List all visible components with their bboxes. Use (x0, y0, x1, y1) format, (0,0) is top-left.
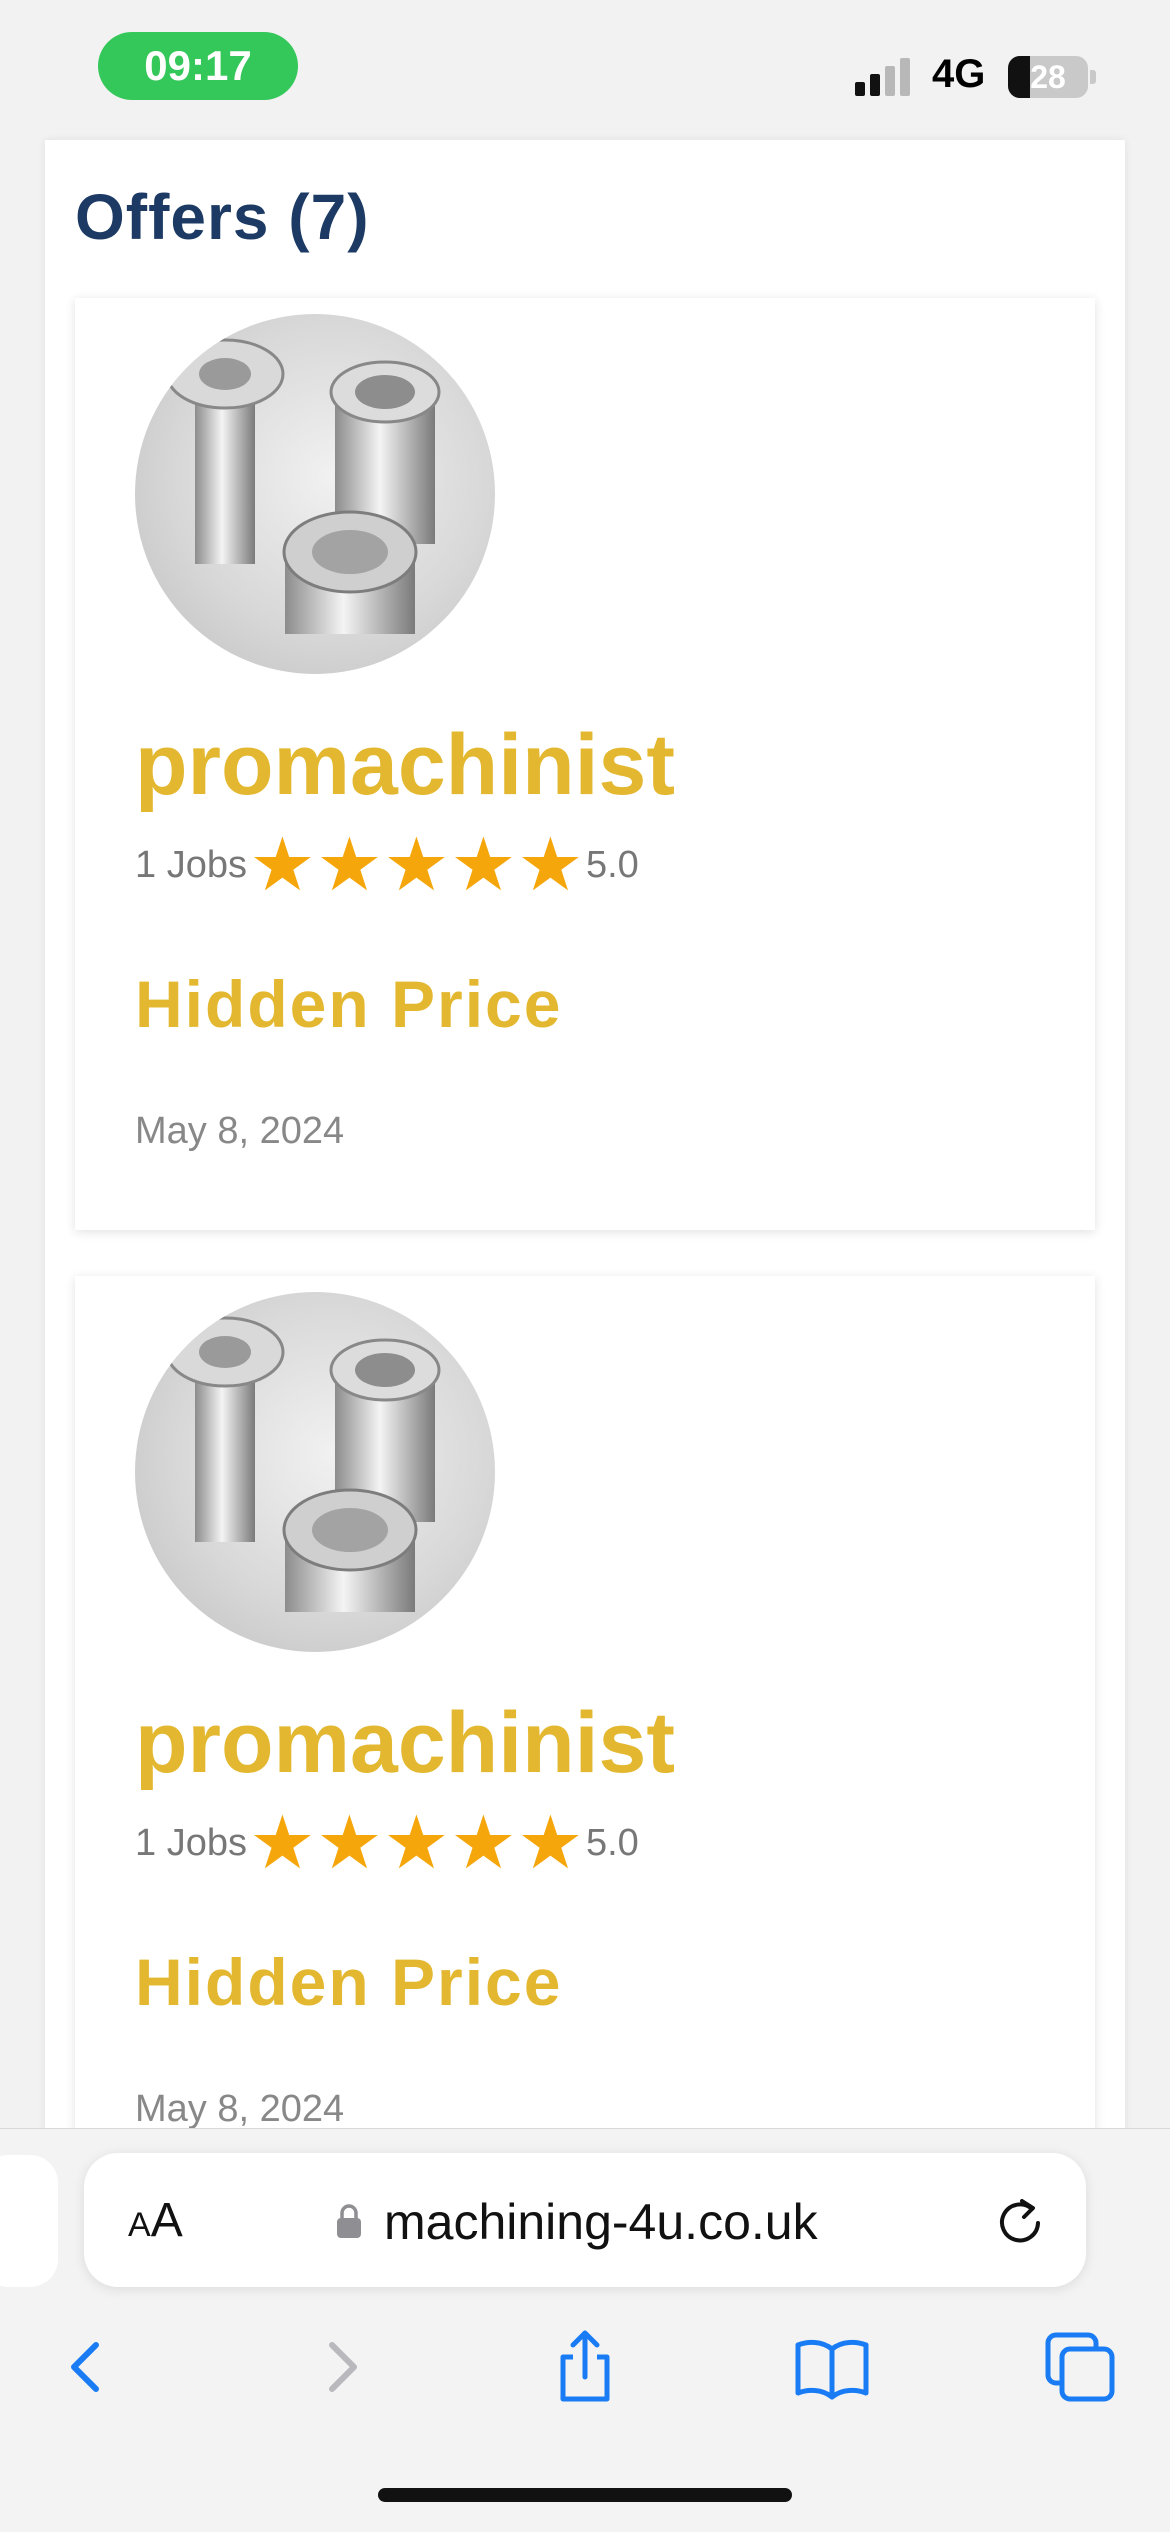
cellular-signal-icon (855, 58, 915, 96)
forward-icon[interactable] (300, 2327, 380, 2407)
seller-avatar[interactable] (135, 1292, 495, 1652)
offer-price: Hidden Price (135, 967, 563, 1041)
offer-card[interactable]: promachinist 1 Jobs ★ ★ ★ ★ ★ 5.0 Hidden… (75, 1276, 1095, 2208)
star-icon: ★ (383, 823, 450, 906)
seller-rating: 1 Jobs ★ ★ ★ ★ ★ 5.0 (135, 1806, 639, 1880)
jobs-count: 1 Jobs (135, 1821, 247, 1864)
rating-value: 5.0 (585, 843, 639, 886)
rating-stars: ★ ★ ★ ★ ★ (249, 1806, 584, 1880)
offer-date: May 8, 2024 (135, 1110, 345, 1152)
offer-card[interactable]: promachinist 1 Jobs ★ ★ ★ ★ ★ 5.0 Hidden… (75, 298, 1095, 1230)
offers-section: Offers (7) promachinist 1 Jobs ★ ★ ★ ★ ★… (45, 140, 1125, 2208)
share-icon[interactable] (545, 2327, 625, 2407)
star-icon: ★ (249, 1801, 316, 1884)
seller-name[interactable]: promachinist (135, 716, 675, 815)
machined-parts-image (165, 338, 441, 634)
star-icon: ★ (383, 1801, 450, 1884)
offer-price: Hidden Price (135, 1945, 563, 2019)
text-size-small-label: A (128, 2206, 151, 2244)
star-icon: ★ (517, 823, 584, 906)
network-type: 4G (932, 52, 986, 96)
tabs-icon[interactable] (1040, 2327, 1120, 2407)
back-icon[interactable] (48, 2327, 128, 2407)
seller-avatar[interactable] (135, 314, 495, 674)
rating-value: 5.0 (585, 1821, 639, 1864)
previous-tab-peek[interactable] (0, 2155, 58, 2287)
seller-rating: 1 Jobs ★ ★ ★ ★ ★ 5.0 (135, 828, 639, 902)
reload-icon[interactable] (992, 2193, 1048, 2249)
star-icon: ★ (450, 1801, 517, 1884)
battery-cap (1090, 70, 1096, 84)
url-text[interactable]: machining-4u.co.uk (384, 2193, 818, 2251)
offer-date: May 8, 2024 (135, 2088, 345, 2130)
status-bar: 09:17 4G 28 (0, 0, 1170, 140)
star-icon: ★ (450, 823, 517, 906)
status-time[interactable]: 09:17 (98, 32, 298, 100)
jobs-count: 1 Jobs (135, 843, 247, 886)
star-icon: ★ (316, 1801, 383, 1884)
bookmarks-icon[interactable] (792, 2327, 872, 2407)
home-indicator[interactable] (378, 2488, 792, 2502)
lock-icon (337, 2204, 361, 2238)
text-size-big-label: A (150, 2194, 183, 2247)
battery-percentage: 28 (1030, 58, 1066, 95)
browser-toolbar: AA machining-4u.co.uk (0, 2128, 1170, 2532)
machined-parts-image (165, 1316, 441, 1612)
seller-name[interactable]: promachinist (135, 1694, 675, 1793)
star-icon: ★ (249, 823, 316, 906)
offers-title: Offers (7) (75, 181, 370, 253)
battery-icon: 28 (1008, 56, 1088, 98)
rating-stars: ★ ★ ★ ★ ★ (249, 828, 584, 902)
star-icon: ★ (517, 1801, 584, 1884)
text-size-button[interactable]: AA (128, 2193, 183, 2248)
address-bar[interactable]: AA machining-4u.co.uk (84, 2153, 1086, 2287)
star-icon: ★ (316, 823, 383, 906)
